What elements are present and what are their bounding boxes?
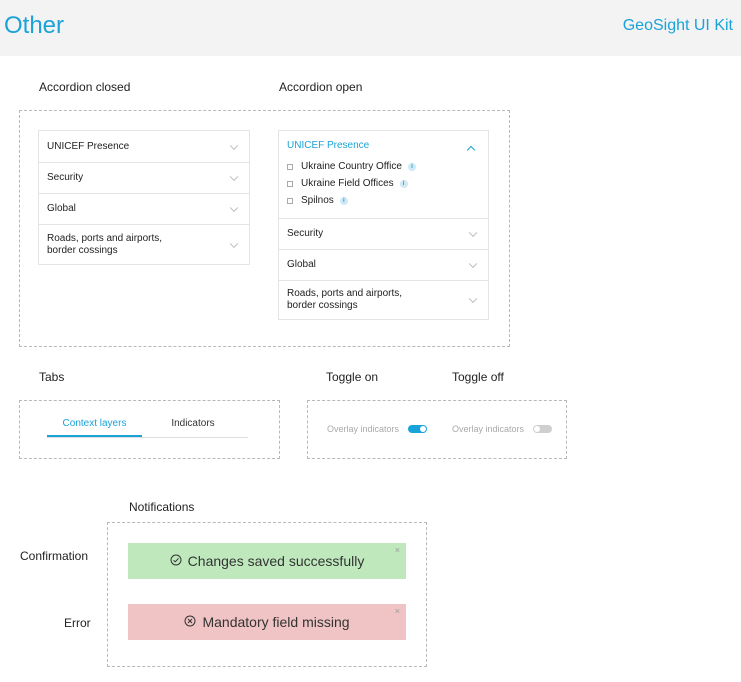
error-message: Mandatory field missing <box>202 614 350 630</box>
accordion-item-label: UNICEF Presence <box>47 140 130 152</box>
overlay-toggle-off[interactable] <box>533 425 552 433</box>
subitem-label: Spilnos <box>301 195 334 206</box>
info-icon[interactable]: i <box>399 179 408 188</box>
checkbox[interactable] <box>287 197 293 204</box>
accordion-item-label: Global <box>47 203 76 214</box>
accordion-item-roads[interactable]: Roads, ports and airports, border cossin… <box>279 280 488 319</box>
top-bar: Other GeoSight UI Kit <box>0 0 741 56</box>
accordion-closed: UNICEF Presence Security Global Roads, p… <box>38 130 250 265</box>
checkbox[interactable] <box>287 163 293 170</box>
chevron-down-icon <box>229 141 239 150</box>
toggle-on-label: Overlay indicators <box>327 424 400 434</box>
chevron-down-icon <box>229 203 239 213</box>
close-icon[interactable]: × <box>395 545 400 555</box>
confirmation-message: Changes saved successfully <box>187 553 365 569</box>
chevron-down-icon <box>468 228 478 238</box>
subitem-spilnos[interactable]: Spilnos i <box>287 192 416 209</box>
accordion-item-label: Roads, ports and airports, border cossin… <box>287 288 403 311</box>
accordion-item-label: Roads, ports and airports, border cossin… <box>47 232 163 256</box>
accordion-item-label: UNICEF Presence <box>287 140 370 151</box>
toggle-knob <box>534 426 540 432</box>
subitem-label: Ukraine Country Office <box>301 161 402 172</box>
check-circle-icon <box>170 554 182 569</box>
subitem-label: Ukraine Field Offices <box>301 178 394 189</box>
toggle-on-title: Toggle on <box>326 370 379 384</box>
toggle-knob <box>420 426 426 432</box>
subitem-ukraine-field-offices[interactable]: Ukraine Field Offices i <box>287 175 416 192</box>
accordion-item-unicef-presence[interactable]: UNICEF Presence <box>39 131 249 162</box>
accordion-item-global[interactable]: Global <box>39 193 249 224</box>
tab-context-layers[interactable]: Context layers <box>47 418 142 437</box>
accordion-item-label: Security <box>47 172 84 183</box>
accordion-item-global[interactable]: Global <box>279 249 488 280</box>
accordion-item-security[interactable]: Security <box>39 162 249 193</box>
accordion-open: UNICEF Presence Ukraine Country Office i… <box>278 130 489 320</box>
chevron-up-icon <box>466 145 476 155</box>
info-icon[interactable]: i <box>339 196 348 205</box>
toggle-off-label: Overlay indicators <box>452 424 525 434</box>
kit-name: GeoSight UI Kit <box>622 17 733 34</box>
chevron-down-icon <box>229 172 239 182</box>
accordion-open-title: Accordion open <box>279 80 363 94</box>
tabs-section-title: Tabs <box>39 370 65 384</box>
chevron-down-icon <box>229 239 239 248</box>
tab-indicators[interactable]: Indicators <box>150 418 236 429</box>
notifications-section-title: Notifications <box>129 500 195 514</box>
accordion-closed-title: Accordion closed <box>39 80 131 94</box>
accordion-item-roads[interactable]: Roads, ports and airports, border cossin… <box>39 224 249 264</box>
subitem-ukraine-country-office[interactable]: Ukraine Country Office i <box>287 158 416 175</box>
accordion-item-unicef-presence-open[interactable]: UNICEF Presence Ukraine Country Office i… <box>279 131 488 218</box>
info-icon[interactable]: i <box>407 162 416 171</box>
overlay-toggle-on[interactable] <box>408 425 427 433</box>
accordion-subitems: Ukraine Country Office i Ukraine Field O… <box>287 158 416 209</box>
page-title: Other <box>4 12 65 39</box>
toggle-off-title: Toggle off <box>452 370 504 384</box>
error-notification: Mandatory field missing × <box>128 604 406 640</box>
close-icon[interactable]: × <box>395 606 400 616</box>
error-label: Error <box>64 616 91 630</box>
accordion-item-label: Global <box>287 259 316 270</box>
chevron-down-icon <box>468 294 478 304</box>
accordion-item-label: Security <box>287 228 324 239</box>
checkbox[interactable] <box>287 180 293 187</box>
confirmation-label: Confirmation <box>20 549 89 563</box>
chevron-down-icon <box>468 259 478 269</box>
tabs-baseline <box>47 437 248 438</box>
x-circle-icon <box>184 615 196 630</box>
confirmation-notification: Changes saved successfully × <box>128 543 406 579</box>
accordion-item-security[interactable]: Security <box>279 218 488 249</box>
